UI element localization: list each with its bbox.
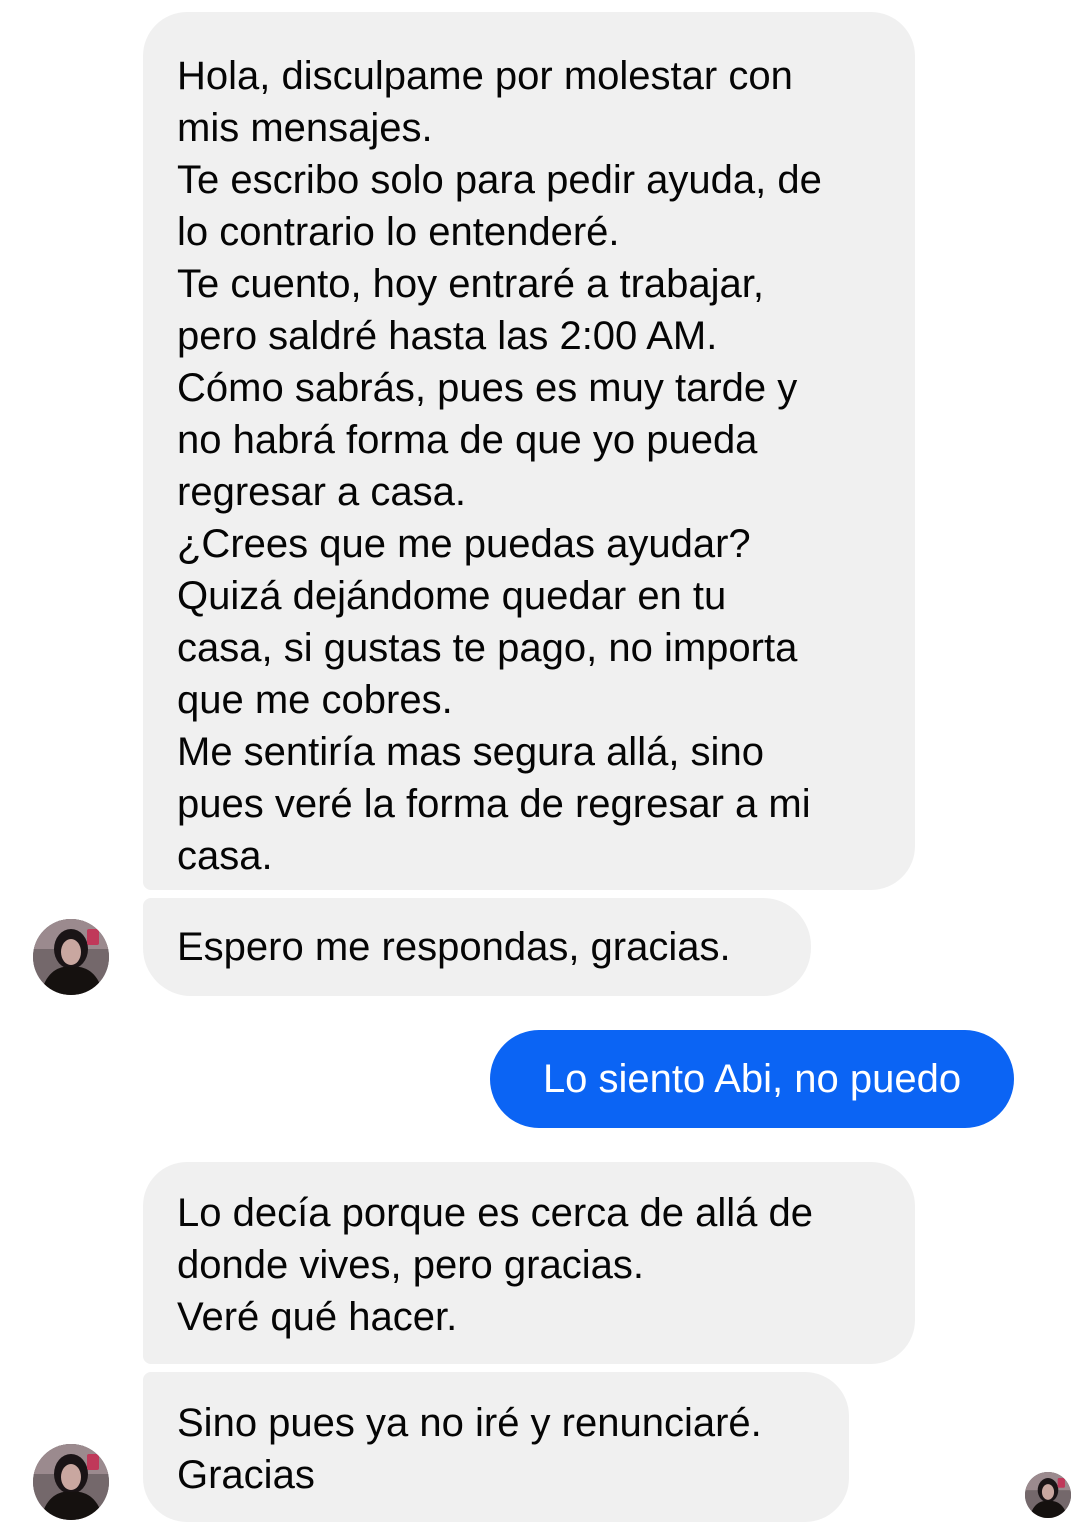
seen-avatar-icon (1025, 1472, 1071, 1518)
incoming-message[interactable]: Hola, disculpame por molestar con mis me… (143, 12, 915, 890)
incoming-message[interactable]: Lo decía porque es cerca de allá de dond… (143, 1162, 915, 1364)
outgoing-message[interactable]: Lo siento Abi, no puedo (490, 1030, 1014, 1128)
incoming-message[interactable]: Sino pues ya no iré y renunciaré. Gracia… (143, 1372, 849, 1522)
contact-avatar-icon[interactable] (33, 919, 109, 995)
incoming-message[interactable]: Espero me respondas, gracias. (143, 898, 811, 996)
contact-avatar-icon[interactable] (33, 1444, 109, 1520)
